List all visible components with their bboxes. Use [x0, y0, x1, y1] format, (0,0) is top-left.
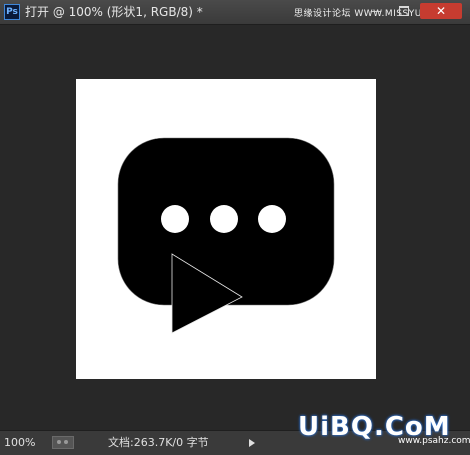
maximize-icon — [399, 5, 409, 16]
dot-left — [161, 205, 189, 233]
status-menu-arrow-icon[interactable] — [249, 439, 255, 447]
document-title: 打开 @ 100% (形状1, RGB/8) * — [25, 5, 203, 19]
maximize-button[interactable] — [394, 3, 414, 19]
zoom-level[interactable]: 100% — [4, 435, 35, 451]
photoshop-icon: Ps — [4, 4, 20, 20]
photoshop-document-window: Ps 打开 @ 100% (形状1, RGB/8) * 思缘设计论坛 WWW.M… — [0, 0, 470, 455]
document-info: 文档:263.7K/0 字节 — [108, 436, 209, 449]
canvas-area[interactable] — [0, 25, 470, 430]
close-button[interactable]: ✕ — [420, 3, 462, 19]
watermark-bottom-sub: www.psahz.com — [398, 436, 470, 446]
title-bar[interactable]: Ps 打开 @ 100% (形状1, RGB/8) * 思缘设计论坛 WWW.M… — [0, 0, 470, 25]
document-canvas[interactable] — [76, 79, 376, 379]
dot-right — [258, 205, 286, 233]
status-options-icon[interactable] — [52, 436, 74, 449]
minimize-button[interactable]: — — [366, 3, 386, 19]
dot-middle — [210, 205, 238, 233]
chat-bubble-icon — [117, 137, 335, 334]
